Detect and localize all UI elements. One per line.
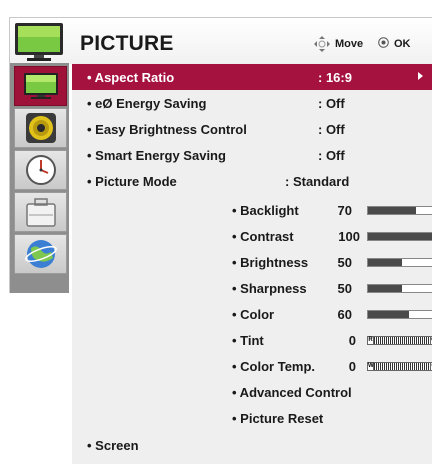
- setting-sharpness[interactable]: • Sharpness 50: [72, 275, 432, 301]
- contrast-value: 100: [338, 229, 360, 244]
- easy-brightness-label: • Easy Brightness Control: [87, 122, 247, 137]
- ok-button-icon: [378, 37, 389, 48]
- menu-item-screen[interactable]: • Screen: [72, 432, 432, 458]
- tab-audio[interactable]: [14, 108, 67, 148]
- ok-label: OK: [394, 38, 411, 50]
- move-arrows-icon: [314, 36, 330, 52]
- contrast-label: • Contrast: [232, 229, 294, 244]
- setting-brightness[interactable]: • Brightness 50: [72, 249, 432, 275]
- brightness-slider[interactable]: [367, 258, 432, 267]
- advanced-control-label: • Advanced Control: [232, 385, 352, 400]
- color-value: 60: [337, 307, 352, 322]
- color-temp-warm-marker: W: [367, 362, 374, 371]
- menu-item-picture-mode[interactable]: • Picture Mode : Standard: [72, 168, 432, 194]
- aspect-ratio-label: • Aspect Ratio: [87, 70, 175, 85]
- setting-picture-reset[interactable]: • Picture Reset: [72, 405, 432, 431]
- setting-advanced-control[interactable]: • Advanced Control: [72, 379, 432, 405]
- tint-balance-slider[interactable]: R G: [367, 336, 432, 345]
- speaker-audio-icon: [26, 113, 56, 143]
- tab-option[interactable]: [14, 192, 67, 232]
- screen-label: • Screen: [87, 438, 139, 453]
- setting-tint[interactable]: • Tint 0 R G: [72, 327, 432, 353]
- smart-energy-value: : Off: [318, 148, 345, 163]
- setting-color[interactable]: • Color 60: [72, 301, 432, 327]
- menu-item-smart-energy-saving[interactable]: • Smart Energy Saving : Off: [72, 142, 432, 168]
- tab-network[interactable]: [14, 234, 67, 274]
- tab-time[interactable]: [14, 150, 67, 190]
- energy-saving-value: : Off: [318, 96, 345, 111]
- tv-icon: [15, 23, 63, 61]
- easy-brightness-value: : Off: [318, 122, 345, 137]
- picture-mode-label: • Picture Mode: [87, 174, 177, 189]
- toolbox-option-icon: [26, 198, 56, 227]
- energy-saving-label: • eØ Energy Saving: [87, 96, 207, 111]
- tv-picture-icon: [24, 73, 58, 99]
- setting-color-temp[interactable]: • Color Temp. 0 W C: [72, 353, 432, 379]
- tint-value: 0: [348, 333, 356, 348]
- smart-energy-label: • Smart Energy Saving: [87, 148, 226, 163]
- menu-item-energy-saving[interactable]: • eØ Energy Saving : Off: [72, 90, 432, 116]
- picture-mode-value: : Standard: [285, 174, 350, 189]
- color-level: [368, 311, 409, 318]
- picture-menu: • Aspect Ratio : 16:9 • eØ Energy Saving…: [72, 63, 432, 464]
- sharpness-level: [368, 285, 402, 292]
- brightness-value: 50: [337, 255, 352, 270]
- menu-item-easy-brightness-control[interactable]: • Easy Brightness Control : Off: [72, 116, 432, 142]
- globe-network-icon: [25, 240, 57, 268]
- color-temp-label: • Color Temp.: [232, 359, 316, 374]
- color-label: • Color: [232, 307, 275, 322]
- chevron-right-icon: [418, 72, 423, 80]
- sharpness-label: • Sharpness: [232, 281, 307, 296]
- backlight-slider[interactable]: [367, 206, 432, 215]
- tab-picture[interactable]: [14, 66, 67, 106]
- picture-reset-label: • Picture Reset: [232, 411, 324, 426]
- aspect-ratio-value: : 16:9: [318, 70, 352, 85]
- tint-red-marker: R: [367, 336, 374, 345]
- category-sidebar: [9, 63, 69, 293]
- move-label: Move: [335, 38, 364, 50]
- sharpness-slider[interactable]: [367, 284, 432, 293]
- color-slider[interactable]: [367, 310, 432, 319]
- menu-title: PICTURE: [80, 32, 174, 55]
- brightness-label: • Brightness: [232, 255, 309, 270]
- backlight-level: [368, 207, 416, 214]
- brightness-level: [368, 259, 402, 266]
- color-temp-slider[interactable]: W C: [367, 362, 432, 371]
- backlight-value: 70: [337, 203, 352, 218]
- clock-time-icon: [26, 155, 56, 185]
- osd-panel: PICTURE Move OK • Aspect Ratio: 16:9 • …: [9, 17, 432, 464]
- menu-header: PICTURE Move OK: [9, 17, 432, 64]
- setting-contrast[interactable]: • Contrast 100: [72, 223, 432, 249]
- contrast-level: [368, 233, 432, 240]
- backlight-label: • Backlight: [232, 203, 299, 218]
- tint-label: • Tint: [232, 333, 264, 348]
- color-temp-value: 0: [348, 359, 356, 374]
- sharpness-value: 50: [337, 281, 352, 296]
- setting-backlight[interactable]: • Backlight 70: [72, 197, 432, 223]
- contrast-slider[interactable]: [367, 232, 432, 241]
- menu-item-aspect-ratio[interactable]: • Aspect Ratio : 16:9: [72, 64, 432, 90]
